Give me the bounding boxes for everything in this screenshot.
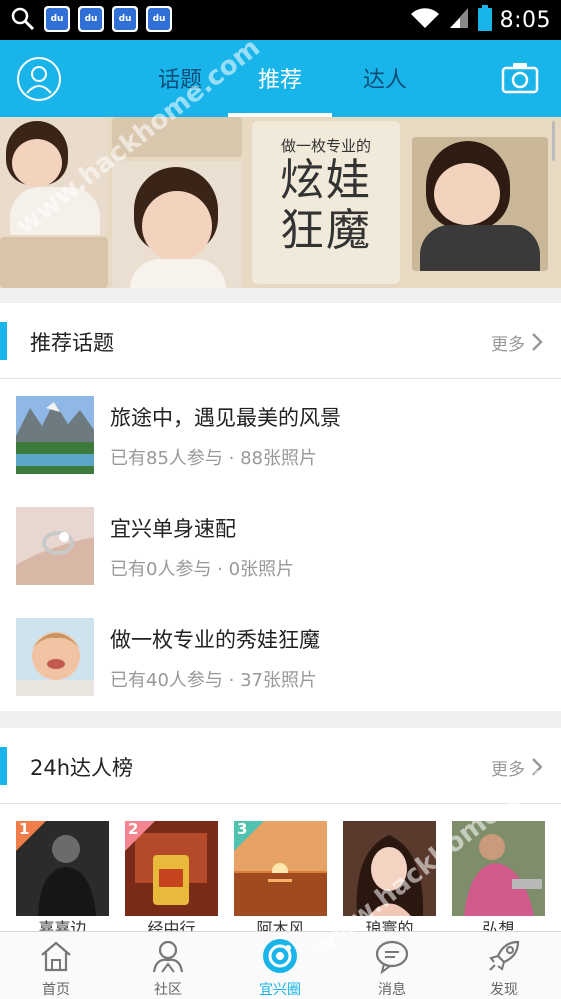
section-accent-bar <box>0 322 7 360</box>
section-header: 24h达人榜 更多 <box>0 728 561 804</box>
list-item[interactable]: 宜兴单身速配 已有0人参与 · 0张照片 <box>0 491 561 602</box>
banner-photo <box>112 117 242 157</box>
expert-card[interactable]: 2 <box>125 821 218 916</box>
rank-number: 1 <box>19 821 30 838</box>
banner-carousel[interactable]: 做一枚专业的 炫娃 狂魔 <box>0 117 561 288</box>
user-icon[interactable] <box>17 57 61 101</box>
battery-icon <box>477 5 492 35</box>
section-header: 推荐话题 更多 <box>0 303 561 379</box>
recommended-topics-section: 推荐话题 更多 旅途中，遇见最美的风景 已有85人参与 · 88张照片 宜兴单身… <box>0 303 561 711</box>
circle-icon <box>262 938 298 974</box>
nav-label: 消息 <box>378 982 406 998</box>
expert-name: 弘想 <box>482 919 515 932</box>
banner-subtitle: 做一枚专业的 <box>280 137 371 155</box>
expert-card[interactable] <box>343 821 436 916</box>
rocket-icon <box>486 938 522 974</box>
nav-community[interactable]: 社区 <box>112 932 224 999</box>
rank-number: 2 <box>128 821 139 838</box>
chevron-right-icon[interactable] <box>529 755 545 779</box>
section-accent-bar <box>0 747 7 785</box>
topic-thumbnail <box>16 507 94 585</box>
bottom-navigation: 首页 社区 宜兴圈 消息 发现 <box>0 931 561 999</box>
topic-stats: 已有40人参与 · 37张照片 <box>110 670 317 691</box>
baidu-notification-icon: du <box>112 6 138 32</box>
rank-number: 3 <box>237 821 248 838</box>
banner-photo <box>0 117 108 235</box>
expert-name: 阿木风 <box>256 919 305 932</box>
expert-card[interactable] <box>452 821 545 916</box>
banner-title-card: 做一枚专业的 炫娃 狂魔 <box>252 121 400 284</box>
scroll-indicator <box>552 121 555 161</box>
topic-thumbnail <box>16 396 94 474</box>
chevron-right-icon[interactable] <box>529 330 545 354</box>
more-link[interactable]: 更多 <box>491 330 525 355</box>
baidu-notification-icon: du <box>44 6 70 32</box>
camera-icon[interactable] <box>501 62 539 94</box>
nav-yixing-circle[interactable]: 宜兴圈 <box>224 932 336 999</box>
section-title: 推荐话题 <box>30 331 114 355</box>
section-title: 24h达人榜 <box>30 756 134 780</box>
baidu-notification-icon: du <box>78 6 104 32</box>
topic-stats: 已有85人参与 · 88张照片 <box>110 448 317 469</box>
tab-recommend[interactable]: 推荐 <box>228 62 332 117</box>
top-app-bar: 话题 推荐 达人 <box>0 40 561 117</box>
banner-title-line: 炫娃 <box>280 155 372 206</box>
banner-title-line: 狂魔 <box>280 205 372 256</box>
nav-label: 首页 <box>42 982 70 998</box>
topic-title: 旅途中，遇见最美的风景 <box>110 406 341 430</box>
banner-photo <box>0 237 108 288</box>
expert-card[interactable]: 3 <box>234 821 327 916</box>
nav-label: 发现 <box>490 982 518 998</box>
nav-messages[interactable]: 消息 <box>336 932 448 999</box>
topic-title: 做一枚专业的秀娃狂魔 <box>110 628 320 652</box>
topic-title: 宜兴单身速配 <box>110 517 236 541</box>
community-icon <box>150 938 186 974</box>
nav-label: 宜兴圈 <box>259 982 301 998</box>
signal-icon <box>448 6 470 34</box>
status-bar: du du du du 8:05 <box>0 0 561 40</box>
wifi-icon <box>410 6 440 34</box>
expert-name: 经中行 <box>147 919 196 932</box>
list-item[interactable]: 旅途中，遇见最美的风景 已有85人参与 · 88张照片 <box>0 380 561 491</box>
expert-name: 嘉嘉边 <box>38 919 87 932</box>
nav-label: 社区 <box>154 982 182 998</box>
banner-photo <box>412 137 548 271</box>
search-icon <box>10 6 36 32</box>
nav-discover[interactable]: 发现 <box>448 932 560 999</box>
tab-topics[interactable]: 话题 <box>150 62 210 117</box>
tab-experts[interactable]: 达人 <box>355 62 415 117</box>
baidu-notification-icon: du <box>146 6 172 32</box>
message-icon <box>374 938 410 975</box>
banner-photo <box>112 161 242 288</box>
home-icon <box>38 938 74 974</box>
clock: 8:05 <box>499 7 551 33</box>
nav-home[interactable]: 首页 <box>0 932 112 999</box>
expert-name: 琅寰的 <box>365 919 414 932</box>
more-link[interactable]: 更多 <box>491 755 525 780</box>
list-item[interactable]: 做一枚专业的秀娃狂魔 已有40人参与 · 37张照片 <box>0 602 561 713</box>
expert-card[interactable]: 1 <box>16 821 109 916</box>
topic-thumbnail <box>16 618 94 696</box>
topic-stats: 已有0人参与 · 0张照片 <box>110 559 295 580</box>
